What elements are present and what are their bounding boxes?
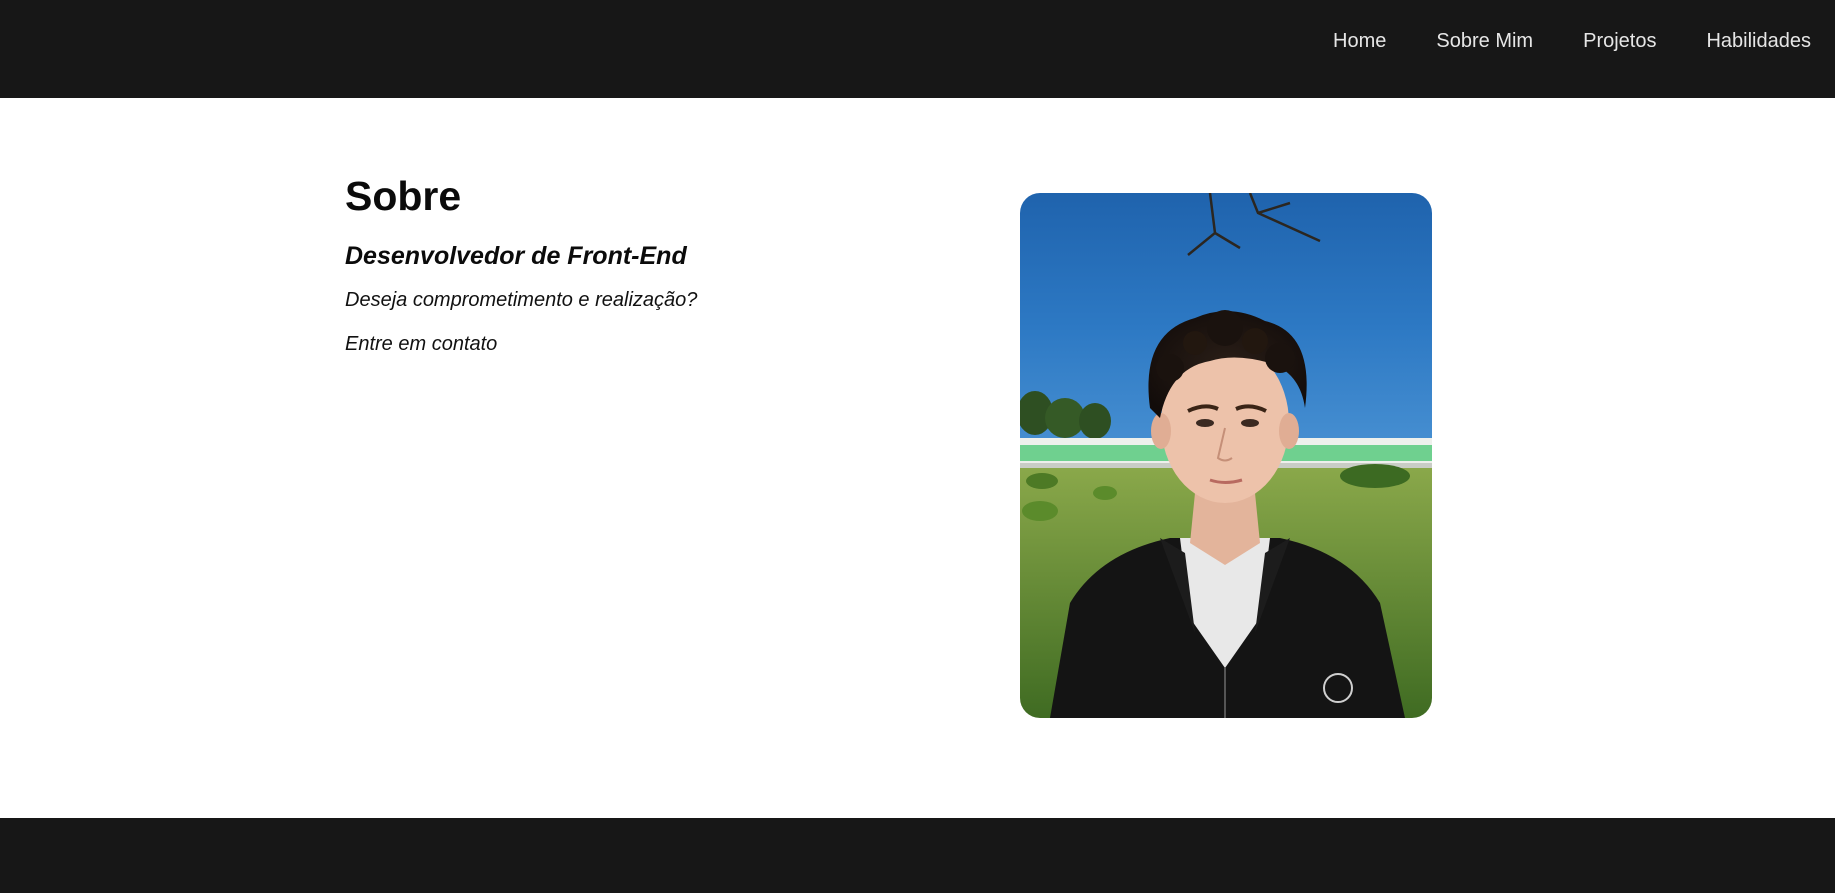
nav-link-habilidades[interactable]: Habilidades [1706,30,1811,53]
about-role-heading: Desenvolvedor de Front-End [345,242,687,270]
top-navbar: Home Sobre Mim Projetos Habilidades [0,0,1835,98]
nav-link-projetos[interactable]: Projetos [1583,30,1656,53]
about-text-block: Sobre Desenvolvedor de Front-End Deseja … [345,170,865,360]
about-title: Sobre [345,173,462,219]
main-nav: Home Sobre Mim Projetos Habilidades [1283,0,1811,82]
page-footer [0,818,1835,893]
about-question: Deseja comprometimento e realização? [345,289,698,311]
about-section: Sobre Desenvolvedor de Front-End Deseja … [0,98,1835,818]
nav-link-home[interactable]: Home [1333,30,1386,53]
nav-link-sobre-mim[interactable]: Sobre Mim [1436,30,1533,53]
profile-photo [1020,193,1432,718]
about-contact-text: Entre em contato [345,333,498,355]
